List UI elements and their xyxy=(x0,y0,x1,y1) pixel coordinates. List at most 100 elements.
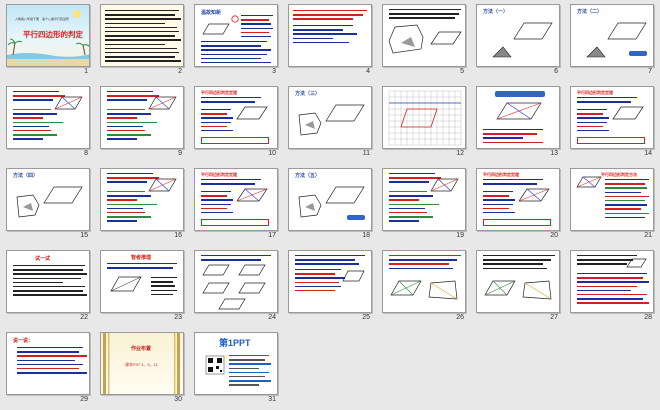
slide-thumbnail[interactable] xyxy=(382,4,466,67)
parallelogram-figure xyxy=(54,96,83,110)
slide-thumbnail-cell[interactable]: 人教版八年级下册 第十八章平行四边形 平行四边形的判定 1 xyxy=(6,4,90,80)
slide-thumbnail-cell[interactable]: 26 xyxy=(382,250,466,326)
slide-thumbnail[interactable] xyxy=(570,250,654,313)
slide-thumbnail[interactable]: 方法（三） xyxy=(288,86,372,149)
slide-number: 1 xyxy=(84,68,88,75)
slide-thumbnail-cell[interactable]: 27 xyxy=(476,250,560,326)
slide-thumbnail-cell[interactable]: 第1PPT 31 xyxy=(194,332,278,408)
text-line xyxy=(105,47,177,50)
slide-thumbnail[interactable]: 平行四边形判定定理 xyxy=(194,86,278,149)
text-line xyxy=(13,290,83,292)
slide-thumbnail[interactable]: 方法（四） xyxy=(6,168,90,231)
text-line xyxy=(241,19,269,21)
slide-thumbnail[interactable] xyxy=(288,4,372,67)
slide-thumbnail[interactable] xyxy=(6,86,90,149)
slide-thumbnail[interactable] xyxy=(476,250,560,313)
slide-thumbnail-cell[interactable]: 方法（五） 18 xyxy=(288,168,372,244)
slide-thumbnail[interactable]: 温故知新 xyxy=(194,4,278,67)
text-line xyxy=(13,138,43,140)
slide-thumbnail-cell[interactable]: 16 xyxy=(100,168,184,244)
slide-thumbnail[interactable]: 平行四边形判定定理 xyxy=(194,168,278,231)
slide-thumbnail-cell[interactable]: 2 xyxy=(100,4,184,80)
broken-shape-figure xyxy=(298,194,322,218)
slide-thumbnail[interactable]: 方法（一） xyxy=(476,4,560,67)
slide-thumbnail-cell[interactable]: 13 xyxy=(476,86,560,162)
slide-thumbnail-cell[interactable]: 温故知新 3 xyxy=(194,4,278,80)
text-line xyxy=(13,117,43,119)
slide-title: 智者推理 xyxy=(131,255,152,261)
slide-thumbnail[interactable]: 智者推理 xyxy=(100,250,184,313)
slide-thumbnail[interactable] xyxy=(382,168,466,231)
slide-thumbnail-cell[interactable]: 方法（二） 7 xyxy=(570,4,654,80)
slide-thumbnail[interactable] xyxy=(100,86,184,149)
slide-thumbnail-cell[interactable]: 平行四边形判定定理 20 xyxy=(476,168,560,244)
slide-thumbnail-cell[interactable]: 28 xyxy=(570,250,654,326)
text-line xyxy=(483,199,515,201)
text-line xyxy=(389,173,435,175)
text-line xyxy=(389,191,427,193)
slide-thumbnail[interactable]: 人教版八年级下册 第十八章平行四边形 平行四边形的判定 xyxy=(6,4,90,67)
slide-thumbnail-cell[interactable]: 说一说： 29 xyxy=(6,332,90,408)
slide-thumbnail-cell[interactable]: 平行四边形判定定理 10 xyxy=(194,86,278,162)
slide-thumbnail[interactable]: 第1PPT xyxy=(194,332,278,395)
slide-thumbnail-cell[interactable]: 25 xyxy=(288,250,372,326)
slide-thumbnail-cell[interactable]: 方法（三） 11 xyxy=(288,86,372,162)
slide-thumbnail-cell[interactable]: 方法（一） 6 xyxy=(476,4,560,80)
slide-thumbnail-cell[interactable]: 平行四边形判定方法 21 xyxy=(570,168,654,244)
text-line xyxy=(107,181,147,183)
slide-number: 13 xyxy=(550,150,558,157)
slide-thumbnail[interactable] xyxy=(100,4,184,67)
slide-thumbnail[interactable] xyxy=(194,250,278,313)
theorem-box xyxy=(201,137,269,144)
text-line xyxy=(107,113,151,115)
slide-thumbnail[interactable]: 作业布置 课本P97 4、5、11 xyxy=(100,332,184,395)
parallelogram-set-figure xyxy=(202,264,266,310)
text-line xyxy=(107,99,147,101)
slide-thumbnail[interactable]: 平行四边形判定定理 xyxy=(476,168,560,231)
slide-thumbnail-cell[interactable]: 作业布置 课本P97 4、5、11 30 xyxy=(100,332,184,408)
slide-thumbnail[interactable]: 试一试 xyxy=(6,250,90,313)
slide-number: 27 xyxy=(550,314,558,321)
slide-number: 23 xyxy=(174,314,182,321)
slide-thumbnail[interactable]: 平行四边形判定定理 xyxy=(570,86,654,149)
text-line xyxy=(151,281,173,283)
slide-thumbnail[interactable]: 说一说： xyxy=(6,332,90,395)
slide-number: 7 xyxy=(648,68,652,75)
slide-thumbnail[interactable] xyxy=(100,168,184,231)
answer-button[interactable] xyxy=(347,215,365,220)
slide-thumbnail[interactable] xyxy=(476,86,560,149)
slide-thumbnail-cell[interactable]: 智者推理 23 xyxy=(100,250,184,326)
slide-thumbnail-cell[interactable]: 5 xyxy=(382,4,466,80)
slide-thumbnail[interactable]: 方法（二） xyxy=(570,4,654,67)
slide-thumbnail[interactable] xyxy=(382,250,466,313)
text-line xyxy=(389,259,457,261)
text-line xyxy=(577,97,637,99)
slide-thumbnail[interactable] xyxy=(382,86,466,149)
parallelogram-figure xyxy=(576,176,602,188)
text-line xyxy=(229,355,269,357)
slide-thumbnail-cell[interactable]: 试一试 22 xyxy=(6,250,90,326)
slide-thumbnail-cell[interactable]: 24 xyxy=(194,250,278,326)
answer-button[interactable] xyxy=(629,51,647,56)
slide-number: 8 xyxy=(84,150,88,157)
parallelogram-figure xyxy=(430,178,459,192)
slide-number: 30 xyxy=(174,396,182,403)
slide-thumbnail-cell[interactable]: 9 xyxy=(100,86,184,162)
text-line xyxy=(201,259,261,261)
text-line xyxy=(13,121,63,123)
slide-thumbnail-cell[interactable]: 平行四边形判定定理 14 xyxy=(570,86,654,162)
slide-number: 12 xyxy=(456,150,464,157)
slide-thumbnail-cell[interactable]: 平行四边形判定定理 17 xyxy=(194,168,278,244)
slide-thumbnail-cell[interactable]: 8 xyxy=(6,86,90,162)
text-line xyxy=(105,43,165,45)
slide-thumbnail[interactable]: 方法（五） xyxy=(288,168,372,231)
text-line xyxy=(389,220,419,222)
slide-thumbnail-cell[interactable]: 19 xyxy=(382,168,466,244)
text-line xyxy=(389,17,455,19)
slide-thumbnail-cell[interactable]: 4 xyxy=(288,4,372,80)
slide-thumbnail-cell[interactable]: 方法（四） 15 xyxy=(6,168,90,244)
slide-thumbnail-cell[interactable]: 12 xyxy=(382,86,466,162)
slide-title: 平行四边形判定方法 xyxy=(601,172,637,177)
slide-thumbnail[interactable]: 平行四边形判定方法 xyxy=(570,168,654,231)
slide-thumbnail[interactable] xyxy=(288,250,372,313)
